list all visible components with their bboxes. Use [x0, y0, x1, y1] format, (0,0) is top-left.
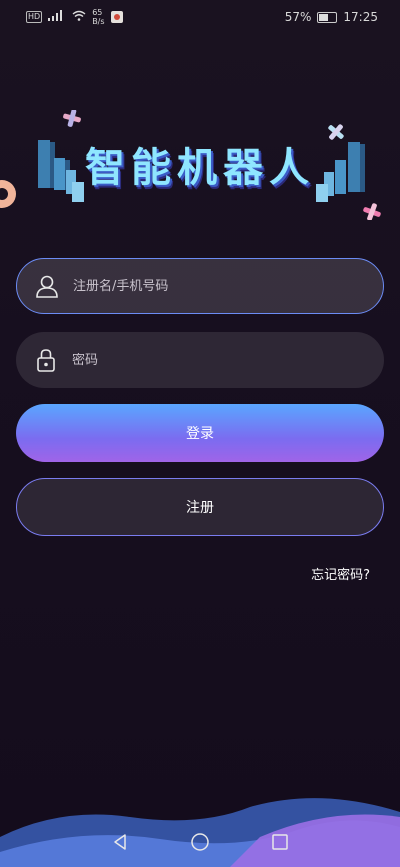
speed-value: 65 — [92, 8, 103, 17]
password-field[interactable] — [16, 332, 384, 388]
username-field[interactable] — [16, 258, 384, 314]
register-button[interactable]: 注册 — [16, 478, 384, 536]
forgot-password-link[interactable]: 忘记密码? — [311, 564, 370, 583]
user-icon — [21, 258, 73, 314]
clock: 17:25 — [343, 10, 378, 24]
title-banner: 智能机器人 — [0, 110, 400, 220]
lock-icon — [20, 332, 72, 388]
back-icon[interactable] — [111, 833, 129, 855]
left-bars-decoration — [38, 140, 84, 202]
recent-apps-icon[interactable] — [271, 833, 289, 855]
signal-icon — [48, 10, 66, 24]
hd-badge: HD — [26, 11, 43, 23]
speed-unit: B/s — [92, 17, 105, 26]
system-nav-bar — [0, 821, 400, 867]
password-input[interactable] — [72, 352, 384, 368]
right-bars-decoration — [316, 142, 365, 202]
network-speed: 65 B/s — [92, 8, 104, 26]
status-right: 57% 17:25 — [285, 10, 378, 24]
battery-icon — [317, 11, 338, 23]
app-title: 智能机器人 — [85, 145, 315, 191]
battery-percent: 57% — [284, 10, 312, 24]
wifi-icon — [72, 10, 86, 24]
app-notification-icon — [110, 11, 123, 23]
username-input[interactable] — [73, 278, 383, 294]
login-button[interactable]: 登录 — [16, 404, 384, 462]
status-bar: HD 65 B/s 57% 17:25 — [0, 0, 400, 34]
home-icon[interactable] — [190, 832, 210, 856]
status-left: HD 65 B/s — [26, 8, 123, 26]
